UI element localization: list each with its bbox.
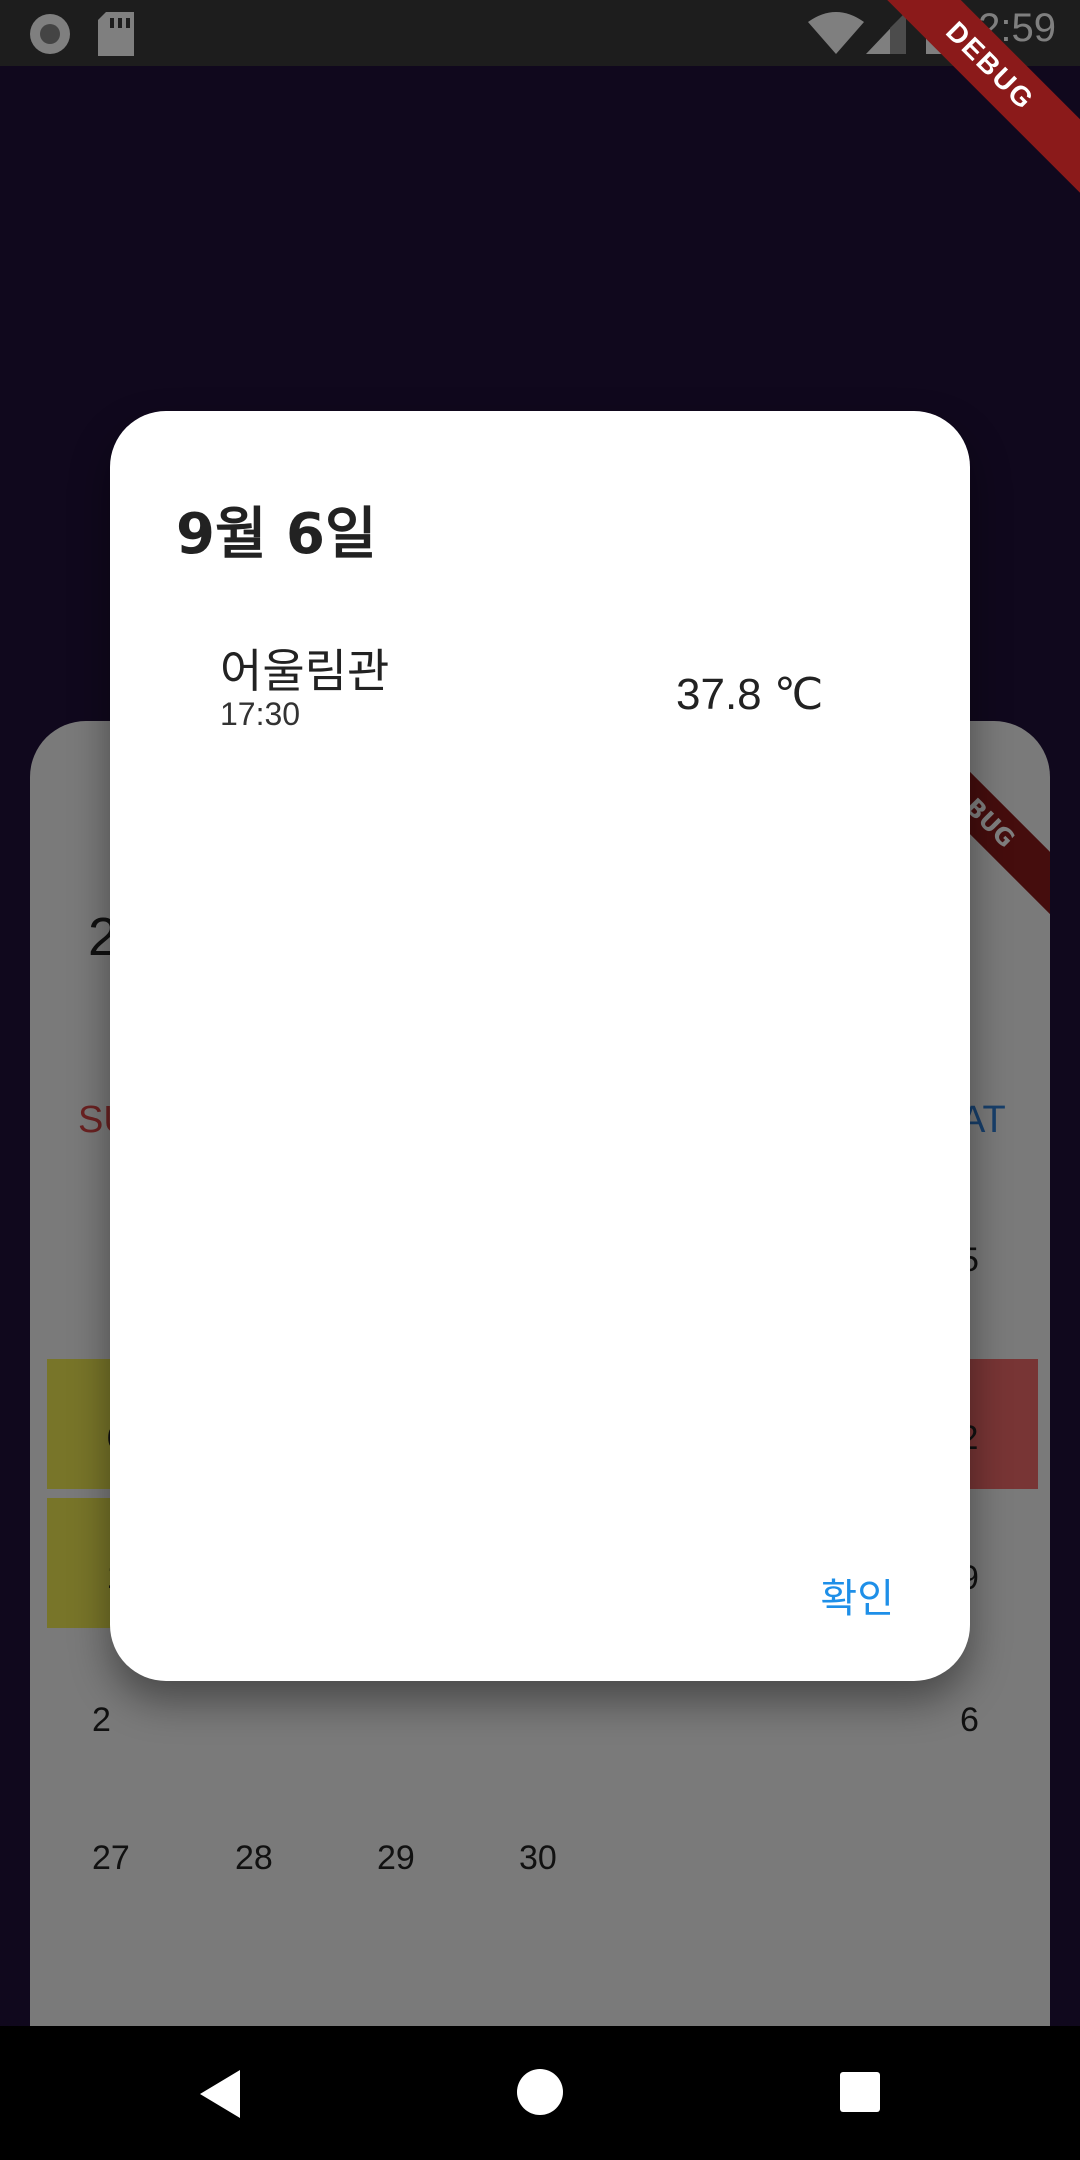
back-icon[interactable]: [196, 2068, 246, 2120]
dialog-title: 9월 6일: [176, 502, 377, 567]
home-icon[interactable]: [516, 2068, 564, 2116]
recents-icon[interactable]: [838, 2070, 882, 2114]
entry-time: 17:30: [220, 696, 301, 732]
navigation-bar: [0, 2026, 1080, 2160]
entry-temperature: 37.8 ℃: [676, 670, 824, 719]
entry-place: 어울림관: [220, 644, 390, 698]
confirm-button[interactable]: 확인: [820, 1566, 894, 1624]
temperature-dialog: 9월 6일 어울림관 17:30 37.8 ℃ 확인: [110, 411, 970, 1681]
